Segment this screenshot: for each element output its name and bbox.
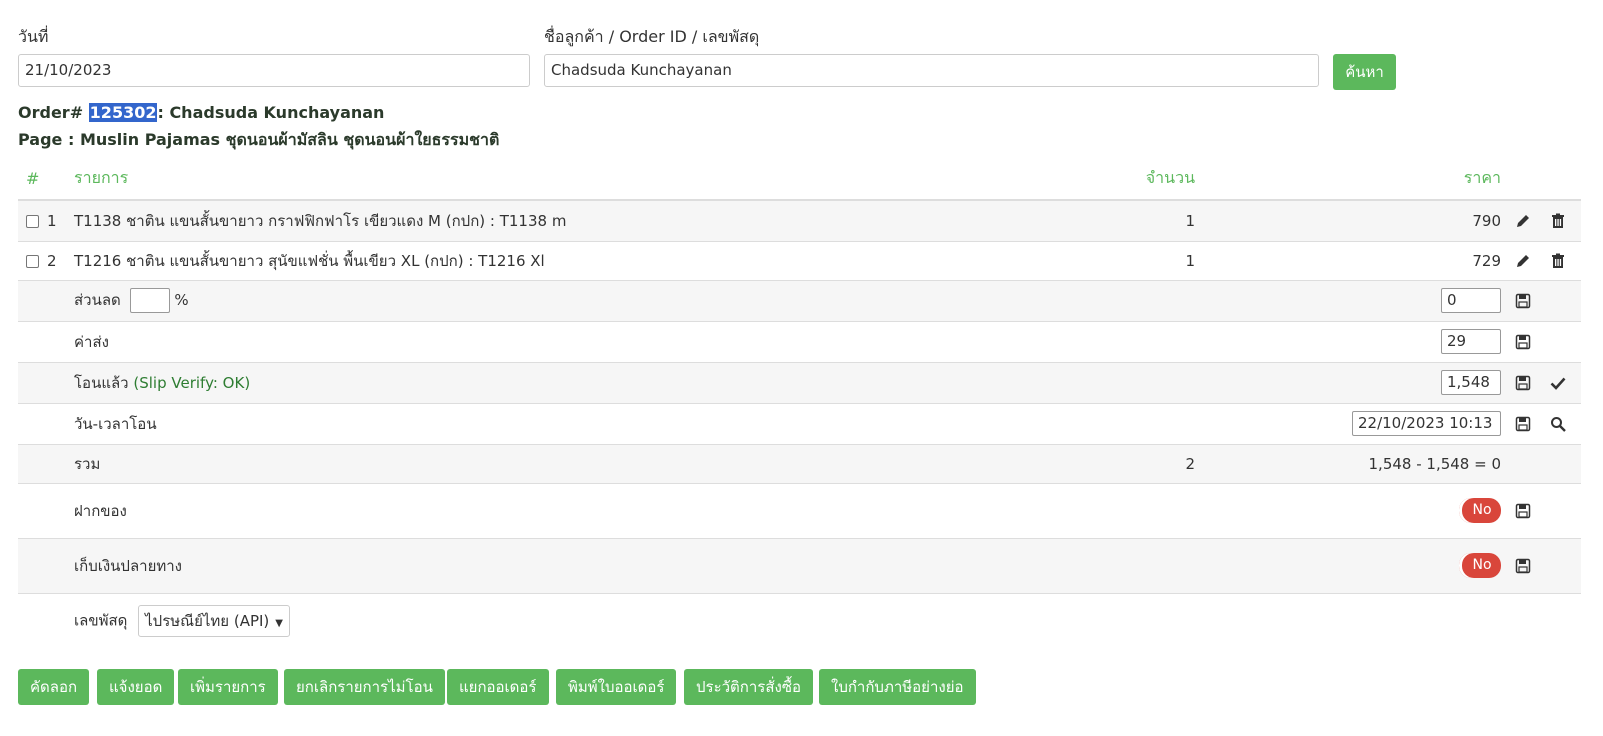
trash-icon[interactable] xyxy=(1550,253,1566,269)
order-items-table: # รายการ จำนวน ราคา 1 T1138 ชาติน แขนสั้… xyxy=(18,158,1581,648)
order-title: Order# 125302: Chadsuda Kunchayanan xyxy=(18,103,384,122)
cod-toggle[interactable]: No xyxy=(1459,553,1501,578)
save-icon[interactable] xyxy=(1515,293,1531,309)
carrier-select[interactable]: ไปรษณีย์ไทย (API) ▼ xyxy=(138,604,290,637)
paid-label: โอนแล้ว xyxy=(74,373,129,392)
chevron-down-icon: ▼ xyxy=(275,617,283,629)
search-input[interactable]: Chadsuda Kunchayanan xyxy=(544,54,1319,87)
item-price: 790 xyxy=(1472,211,1501,230)
deposit-row: ฝากของ No xyxy=(18,483,1581,538)
save-icon[interactable] xyxy=(1515,334,1531,350)
order-id: 125302 xyxy=(88,103,158,122)
item-num: 1 xyxy=(47,211,57,230)
shipping-row: ค่าส่ง 29 xyxy=(18,321,1581,362)
total-label: รวม xyxy=(74,454,101,473)
paid-input[interactable]: 1,548 xyxy=(1441,370,1501,395)
header-qty: จำนวน xyxy=(1125,158,1195,201)
deposit-toggle[interactable]: No xyxy=(1459,498,1501,523)
item-checkbox[interactable] xyxy=(26,214,39,228)
tracking-label: เลขพัสดุ xyxy=(74,611,128,630)
order-history-button[interactable]: ประวัติการสั่งซื้อ xyxy=(684,669,814,705)
cod-label: เก็บเงินปลายทาง xyxy=(74,556,182,575)
item-name: T1138 ชาติน แขนสั้นขายาว กราฟฟิกฟาโร เขี… xyxy=(74,211,567,230)
search-icon[interactable] xyxy=(1550,416,1566,432)
header-price: ราคา xyxy=(1195,158,1501,201)
save-icon[interactable] xyxy=(1515,375,1531,391)
item-qty: 1 xyxy=(1185,211,1195,230)
total-row: รวม 2 1,548 - 1,548 = 0 xyxy=(18,444,1581,483)
order-customer: : Chadsuda Kunchayanan xyxy=(157,103,385,122)
discount-input[interactable]: 0 xyxy=(1441,288,1501,313)
item-price: 729 xyxy=(1472,251,1501,270)
item-checkbox[interactable] xyxy=(26,254,39,268)
notify-amount-button[interactable]: แจ้งยอด xyxy=(97,669,175,705)
paid-row: โอนแล้ว (Slip Verify: OK) 1,548 xyxy=(18,362,1581,403)
trash-icon[interactable] xyxy=(1550,213,1566,229)
date-label: วันที่ xyxy=(18,27,49,46)
save-icon[interactable] xyxy=(1515,416,1531,432)
discount-row: ส่วนลด % 0 xyxy=(18,280,1581,321)
item-qty: 1 xyxy=(1185,251,1195,270)
header-name: รายการ xyxy=(74,158,1125,201)
date-input[interactable]: 21/10/2023 xyxy=(18,54,530,87)
table-row: 2 T1216 ชาติน แขนสั้นขายาว สุนัขแฟชั่น พ… xyxy=(18,241,1581,280)
transfer-time-label: วัน-เวลาโอน xyxy=(74,414,157,433)
deposit-label: ฝากของ xyxy=(74,501,127,520)
total-qty: 2 xyxy=(1185,454,1195,473)
search-button[interactable]: ค้นหา xyxy=(1333,54,1396,90)
cancel-unpaid-button[interactable]: ยกเลิกรายการไม่โอน xyxy=(284,669,445,705)
add-item-button[interactable]: เพิ่มรายการ xyxy=(178,669,278,705)
discount-percent-input[interactable] xyxy=(129,288,170,313)
query-label: ชื่อลูกค้า / Order ID / เลขพัสดุ xyxy=(544,27,760,46)
carrier-select-value: ไปรษณีย์ไทย (API) xyxy=(145,611,270,630)
slip-verify-status: (Slip Verify: OK) xyxy=(133,373,251,392)
pencil-icon[interactable] xyxy=(1515,213,1531,229)
pencil-icon[interactable] xyxy=(1515,253,1531,269)
total-value: 1,548 - 1,548 = 0 xyxy=(1368,454,1501,473)
percent-sign: % xyxy=(174,291,189,309)
order-prefix: Order# xyxy=(18,103,84,122)
save-icon[interactable] xyxy=(1515,503,1531,519)
split-order-button[interactable]: แยกออเดอร์ xyxy=(447,669,549,705)
save-icon[interactable] xyxy=(1515,558,1531,574)
transfer-time-row: วัน-เวลาโอน 22/10/2023 10:13 xyxy=(18,403,1581,444)
tax-invoice-button[interactable]: ใบกำกับภาษีอย่างย่อ xyxy=(819,669,976,705)
header-num: # xyxy=(18,158,74,201)
order-page: วันที่ 21/10/2023 ชื่อลูกค้า / Order ID … xyxy=(0,0,1603,736)
page-line: Page : Muslin Pajamas ชุดนอนผ้ามัสลิน ชุ… xyxy=(18,130,500,149)
tracking-row: เลขพัสดุ ไปรษณีย์ไทย (API) ▼ xyxy=(18,593,1581,648)
copy-button[interactable]: คัดลอก xyxy=(18,669,90,705)
table-header: # รายการ จำนวน ราคา xyxy=(18,158,1581,201)
item-name: T1216 ชาติน แขนสั้นขายาว สุนัขแฟชั่น พื้… xyxy=(74,251,545,270)
transfer-time-input[interactable]: 22/10/2023 10:13 xyxy=(1352,411,1501,436)
check-icon[interactable] xyxy=(1550,375,1566,391)
discount-label: ส่วนลด xyxy=(74,291,121,309)
cod-row: เก็บเงินปลายทาง No xyxy=(18,538,1581,593)
table-row: 1 T1138 ชาติน แขนสั้นขายาว กราฟฟิกฟาโร เ… xyxy=(18,200,1581,241)
print-order-button[interactable]: พิมพ์ใบออเดอร์ xyxy=(556,669,677,705)
shipping-label: ค่าส่ง xyxy=(74,332,109,351)
item-num: 2 xyxy=(47,251,57,270)
shipping-input[interactable]: 29 xyxy=(1441,329,1501,354)
